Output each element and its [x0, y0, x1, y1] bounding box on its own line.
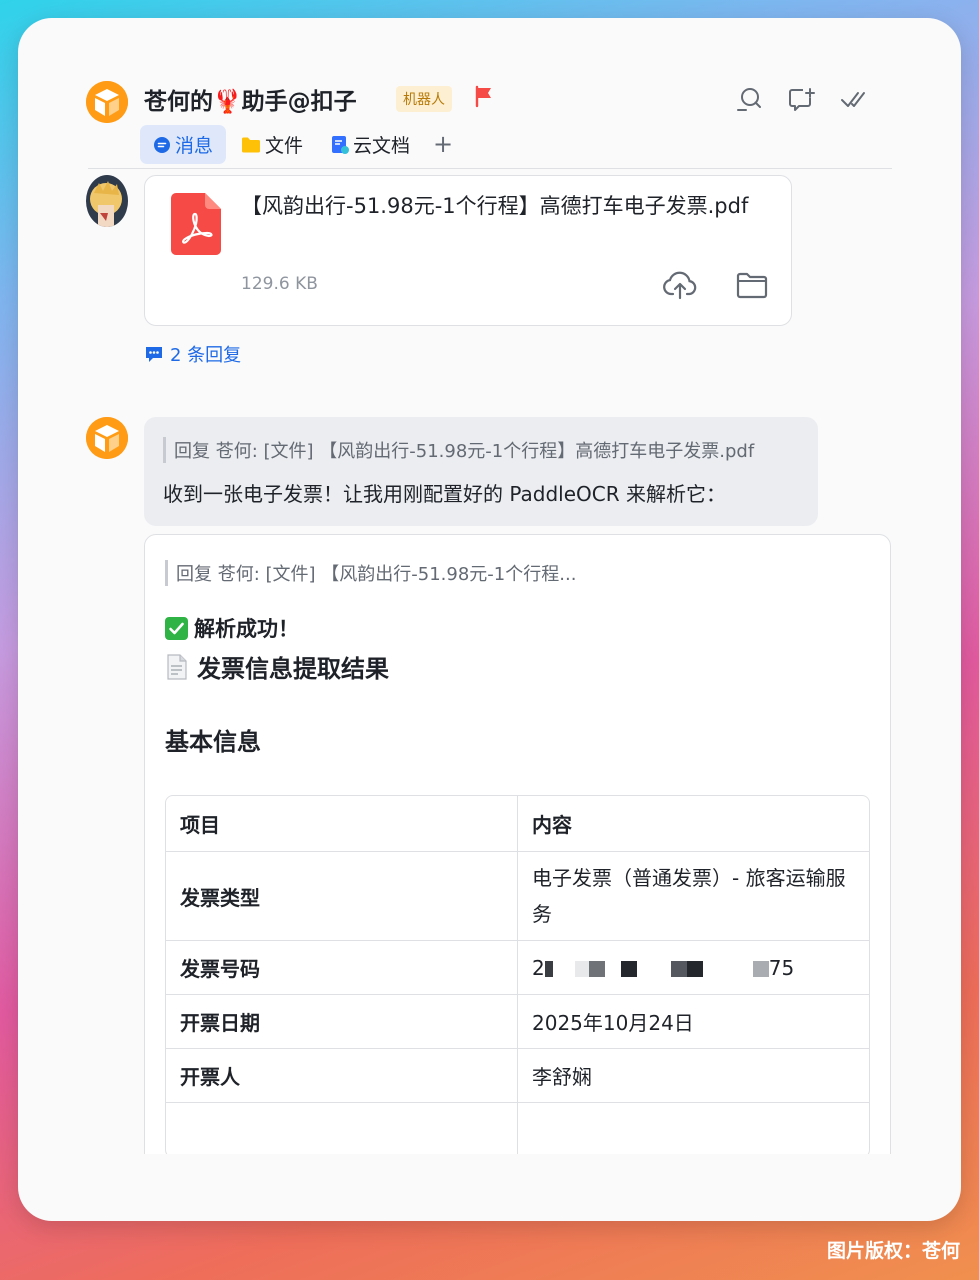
- reply-quote[interactable]: 回复 苍何: [文件] 【风韵出行-51.98元-1个行程】高德打车电子发票.p…: [163, 437, 814, 463]
- thread-replies-link[interactable]: 2 条回复: [144, 341, 241, 367]
- tab-label: 云文档: [353, 135, 411, 157]
- table-row: [166, 1103, 869, 1154]
- search-icon[interactable]: [735, 85, 763, 113]
- redaction-mask: [686, 961, 703, 977]
- redaction-mask: [670, 961, 687, 977]
- invoice-info-table: 项目 内容 发票类型 电子发票（普通发票）- 旅客运输服务 发票号码 2 75 开…: [165, 795, 870, 1154]
- replies-label: 2 条回复: [170, 345, 242, 366]
- result-heading: 发票信息提取结果: [165, 649, 389, 684]
- row-key: 发票类型: [166, 852, 518, 941]
- row-value: 李舒娴: [518, 1049, 869, 1103]
- row-key: 发票号码: [166, 941, 518, 995]
- redaction-mask: [620, 961, 637, 977]
- flag-icon[interactable]: [472, 84, 496, 108]
- success-line: 解析成功！: [165, 613, 299, 643]
- user-avatar-image: [86, 175, 128, 227]
- row-key: [166, 1103, 518, 1154]
- chat-title: 苍何的🦞助手@扣子: [144, 89, 357, 115]
- tab-label: 消息: [175, 135, 214, 157]
- ocr-result-card: 回复 苍何: [文件] 【风韵出行-51.98元-1个行程... 解析成功！ 发…: [144, 534, 891, 1154]
- success-text: 解析成功！: [194, 617, 299, 641]
- copyright-watermark: 图片版权：苍何: [826, 1240, 960, 1262]
- user-avatar[interactable]: [86, 175, 128, 227]
- redaction-mask: [752, 961, 769, 977]
- bot-avatar[interactable]: [86, 81, 128, 123]
- file-size: 129.6 KB: [241, 274, 318, 294]
- table-row: 发票类型 电子发票（普通发票）- 旅客运输服务: [166, 852, 869, 941]
- document-icon: [331, 135, 350, 155]
- section-title: 基本信息: [165, 728, 261, 756]
- message-text: 收到一张电子发票！让我用刚配置好的 PaddleOCR 来解析它：: [163, 482, 726, 506]
- folder-icon: [241, 136, 261, 154]
- row-value-masked: 2 75: [518, 941, 869, 995]
- header-cell: 内容: [518, 796, 869, 852]
- add-tab-button[interactable]: +: [433, 125, 453, 164]
- bot-badge: 机器人: [396, 86, 452, 112]
- message-icon: [153, 136, 171, 154]
- row-key: 开票人: [166, 1049, 518, 1103]
- header-cell: 项目: [166, 796, 518, 852]
- pdf-icon: [171, 193, 221, 255]
- file-name[interactable]: 【风韵出行-51.98元-1个行程】高德打车电子发票.pdf: [241, 188, 751, 224]
- table-row: 开票人 李舒娴: [166, 1049, 869, 1103]
- redaction-mask: [588, 961, 605, 977]
- mark-done-icon[interactable]: [839, 85, 867, 113]
- bot-avatar[interactable]: [86, 417, 128, 459]
- row-value: 电子发票（普通发票）- 旅客运输服务: [518, 852, 869, 941]
- row-key: 开票日期: [166, 995, 518, 1049]
- cube-logo-icon: [86, 417, 128, 459]
- cloud-upload-icon[interactable]: [663, 270, 697, 300]
- invoice-number-start: 2: [532, 955, 545, 980]
- table-row: 开票日期 2025年10月24日: [166, 995, 869, 1049]
- result-heading-text: 发票信息提取结果: [197, 655, 389, 683]
- bot-message-bubble[interactable]: 回复 苍何: [文件] 【风韵出行-51.98元-1个行程】高德打车电子发票.p…: [144, 417, 818, 526]
- cube-logo-icon: [86, 81, 128, 123]
- tab-messages[interactable]: 消息: [140, 125, 227, 164]
- new-topic-icon[interactable]: [787, 85, 815, 113]
- thread-icon: [146, 347, 162, 362]
- chat-window: 苍何的🦞助手@扣子 机器人 消息 文件 云文档 + 【风韵出行-51.98元-1…: [18, 18, 961, 1221]
- tab-cloud-docs[interactable]: 云文档: [318, 125, 423, 164]
- folder-open-icon[interactable]: [736, 272, 768, 299]
- tab-bar: 消息 文件 云文档 +: [140, 125, 453, 164]
- row-value: [518, 1103, 869, 1154]
- row-value: 2025年10月24日: [518, 995, 869, 1049]
- redaction-mask: [574, 961, 589, 977]
- tab-label: 文件: [265, 135, 304, 157]
- file-attachment-card[interactable]: 【风韵出行-51.98元-1个行程】高德打车电子发票.pdf 129.6 KB: [144, 175, 792, 326]
- chat-viewport: 苍何的🦞助手@扣子 机器人 消息 文件 云文档 + 【风韵出行-51.98元-1…: [18, 18, 961, 1154]
- check-mark-icon: [165, 616, 188, 640]
- redaction-mask: [544, 961, 553, 977]
- table-row: 发票号码 2 75: [166, 941, 869, 995]
- invoice-number-end: 75: [768, 955, 795, 980]
- page-icon: [167, 653, 187, 680]
- header-divider: [88, 168, 892, 169]
- tab-files[interactable]: 文件: [228, 125, 316, 164]
- reply-quote[interactable]: 回复 苍何: [文件] 【风韵出行-51.98元-1个行程...: [165, 560, 636, 586]
- table-header-row: 项目 内容: [166, 796, 869, 852]
